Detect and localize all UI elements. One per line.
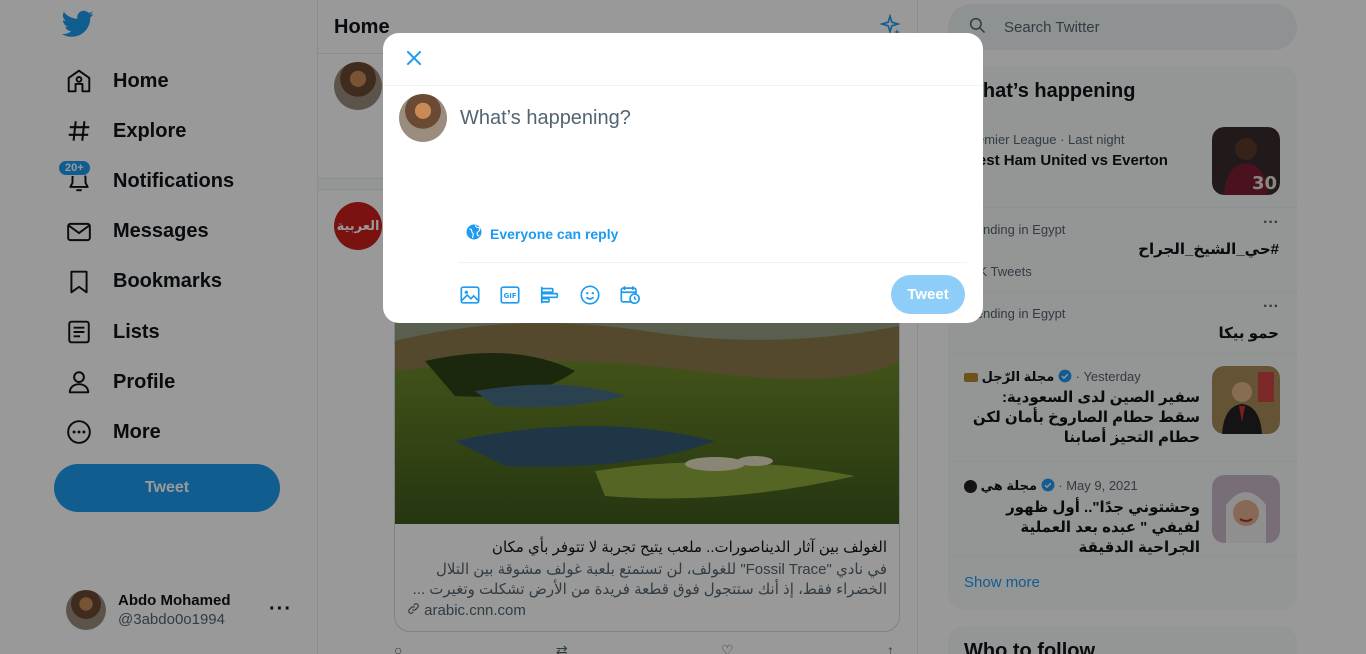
avatar	[399, 94, 447, 142]
divider	[383, 85, 983, 86]
emoji-icon[interactable]	[579, 283, 619, 307]
globe-icon	[465, 223, 483, 244]
schedule-icon[interactable]	[619, 283, 659, 307]
image-icon[interactable]	[459, 283, 499, 307]
close-button[interactable]	[397, 45, 431, 75]
svg-text:GIF: GIF	[504, 292, 517, 300]
gif-icon[interactable]: GIF	[499, 283, 539, 307]
reply-setting-button[interactable]: Everyone can reply	[465, 223, 618, 244]
compose-tweet-dialog: Everyone can reply GIF Tweet	[383, 33, 983, 323]
close-icon	[404, 48, 424, 73]
divider	[458, 262, 967, 263]
poll-icon[interactable]	[539, 283, 579, 307]
reply-setting-label: Everyone can reply	[490, 225, 619, 242]
tweet-submit-button[interactable]: Tweet	[891, 275, 965, 314]
compose-toolbar: GIF	[459, 283, 659, 307]
tweet-compose-input[interactable]	[460, 107, 960, 207]
